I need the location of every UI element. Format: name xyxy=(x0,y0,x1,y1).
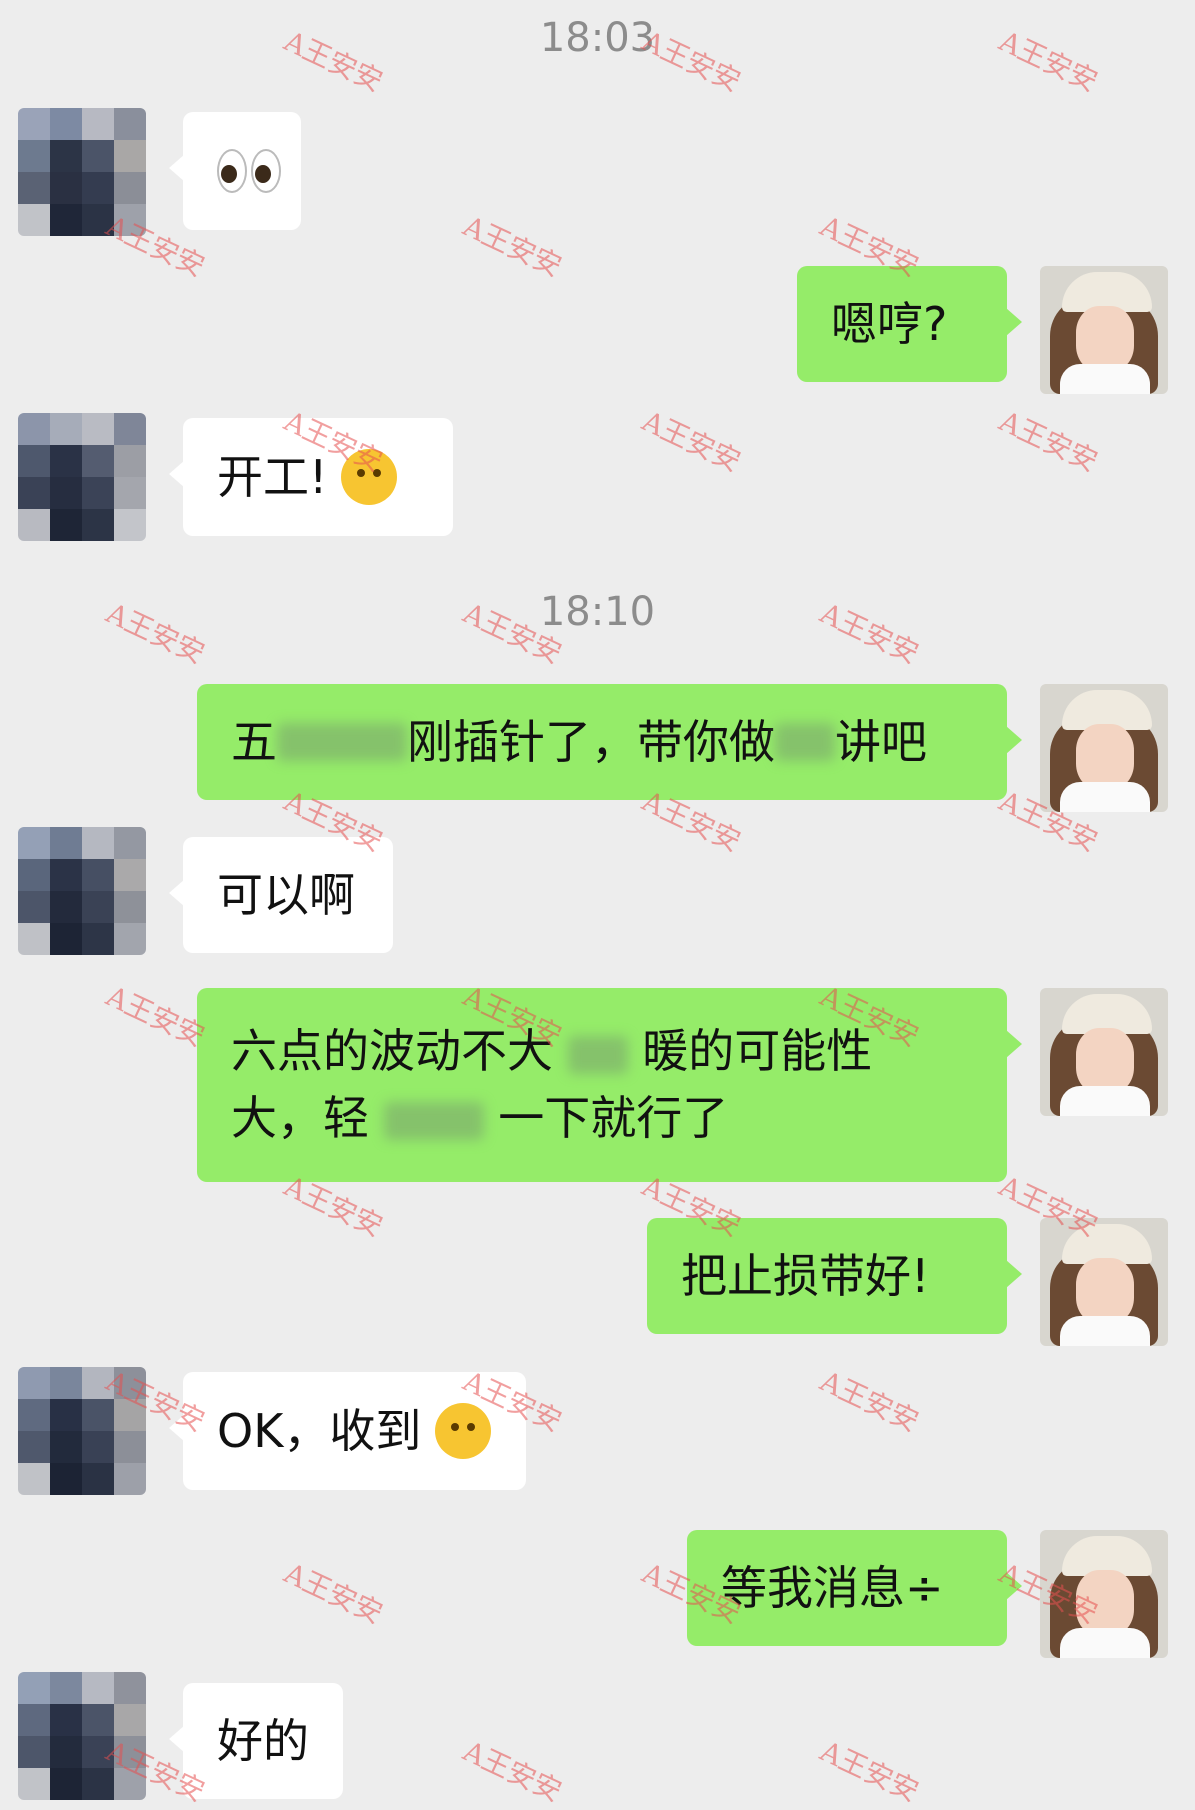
user-avatar[interactable] xyxy=(1040,266,1168,394)
message-text: 可以啊 xyxy=(217,867,355,922)
message-text-part: 六点的波动不大 xyxy=(231,1024,553,1078)
message-text: 等我消息 xyxy=(721,1560,905,1615)
message-bubble-incoming[interactable]: OK，收到 xyxy=(169,1372,526,1490)
message-text: OK，收到 xyxy=(217,1403,422,1458)
message-bubble-incoming[interactable]: 好的 xyxy=(169,1683,343,1799)
message-text: 好的 xyxy=(217,1713,309,1768)
user-avatar[interactable] xyxy=(1040,988,1168,1116)
message-text-part: 大，轻 xyxy=(231,1090,369,1145)
message-text: 把止损带好! xyxy=(681,1248,930,1303)
watermark: A王安安 xyxy=(458,209,567,284)
message-text-part: 刚插针了，带你做 xyxy=(407,714,775,769)
message-bubble-outgoing[interactable]: 把止损带好! xyxy=(647,1218,1022,1334)
divide-icon: ÷ xyxy=(905,1560,944,1615)
redaction-blur xyxy=(567,1035,628,1074)
message-bubble-incoming[interactable] xyxy=(169,112,301,230)
redaction-blur xyxy=(277,723,407,761)
message-text-part: 五 xyxy=(231,714,277,769)
user-avatar[interactable] xyxy=(1040,1530,1168,1658)
message-text: 嗯哼? xyxy=(831,296,948,351)
message-bubble-outgoing[interactable]: 五 刚插针了，带你做 讲吧 xyxy=(197,684,1022,800)
message-text-part: 暖的可能性 xyxy=(642,1024,873,1078)
contact-avatar[interactable] xyxy=(18,1367,146,1495)
redaction-blur xyxy=(383,1102,484,1141)
message-bubble-outgoing[interactable]: 六点的波动不大 暖的可能性 大，轻 一下就行了 xyxy=(197,988,1022,1182)
contact-avatar[interactable] xyxy=(18,108,146,236)
message-text-part: 一下就行了 xyxy=(498,1090,729,1145)
message-bubble-incoming[interactable]: 开工! xyxy=(169,418,453,536)
contact-avatar[interactable] xyxy=(18,413,146,541)
watermark: A王安安 xyxy=(637,404,746,479)
message-bubble-outgoing[interactable]: 等我消息 ÷ xyxy=(687,1530,1022,1646)
salute-emoji-icon xyxy=(435,1403,492,1459)
timestamp-2: 18:10 xyxy=(539,589,656,635)
user-avatar[interactable] xyxy=(1040,684,1168,812)
message-text: 开工! xyxy=(217,449,328,504)
watermark: A王安安 xyxy=(994,404,1103,479)
redaction-blur xyxy=(775,723,835,761)
timestamp-1: 18:03 xyxy=(539,15,656,61)
message-bubble-outgoing[interactable]: 嗯哼? xyxy=(797,266,1022,382)
message-bubble-incoming[interactable]: 可以啊 xyxy=(169,837,393,953)
watermark: A王安安 xyxy=(101,979,210,1054)
contact-avatar[interactable] xyxy=(18,827,146,955)
watermark: A王安安 xyxy=(815,1364,924,1439)
eyes-emoji-icon xyxy=(217,149,281,193)
user-avatar[interactable] xyxy=(1040,1218,1168,1346)
watermark: A王安安 xyxy=(279,1556,388,1631)
message-text-part: 讲吧 xyxy=(835,714,927,769)
contact-avatar[interactable] xyxy=(18,1672,146,1800)
hand-over-mouth-emoji-icon xyxy=(341,449,398,505)
